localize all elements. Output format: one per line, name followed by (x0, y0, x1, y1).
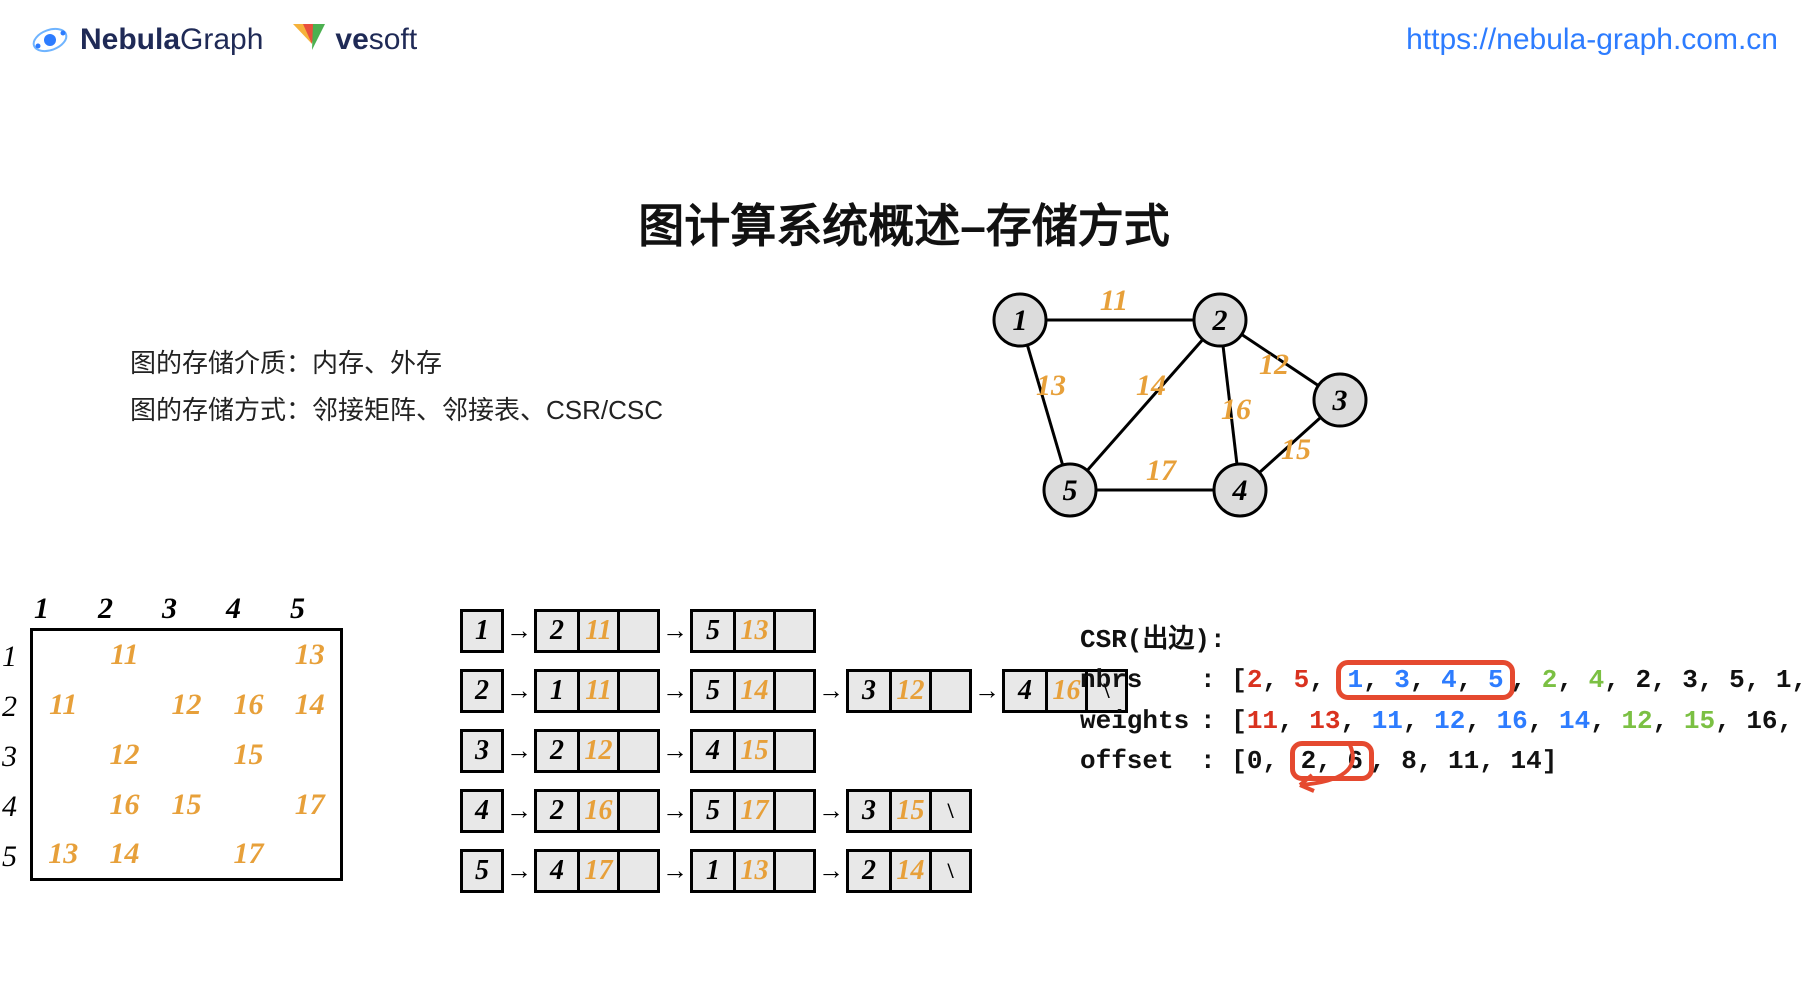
adjlist-row: 3→212→415 (460, 728, 1128, 774)
nebula-icon (30, 20, 70, 60)
svg-text:4: 4 (1232, 474, 1248, 507)
adjacency-list: 1→211→513 2→111→514→312→416\ 3→212→415 4→21… (460, 608, 1128, 908)
slide-header: NebulaGraph vesoft https://nebula-graph.… (30, 20, 1778, 60)
svg-text:16: 16 (1221, 393, 1251, 426)
adjlist-row: 2→111→514→312→416\ (460, 668, 1128, 714)
csr-block: CSR(出边): nbrs: [2, 5, 1, 3, 4, 5, 2, 4, … (1080, 620, 1808, 781)
svg-text:17: 17 (1146, 454, 1177, 487)
nbrs-label: nbrs (1080, 660, 1200, 700)
nebulagraph-logo: NebulaGraph (30, 20, 263, 60)
brand2-bold: ve (335, 23, 368, 56)
adjlist-row: 4→216→517→315\ (460, 788, 1128, 834)
brand2-thin: soft (369, 23, 417, 56)
svg-text:2: 2 (1212, 304, 1228, 337)
graph-drawing: 1112131415161712345 (960, 260, 1420, 550)
website-url[interactable]: https://nebula-graph.com.cn (1406, 23, 1778, 57)
body-line-1: 图的存储介质：内存、外存 (130, 340, 663, 387)
weights-label: weights (1080, 701, 1200, 741)
svg-text:12: 12 (1259, 348, 1289, 381)
adjlist-row: 1→211→513 (460, 608, 1128, 654)
svg-text:15: 15 (1281, 433, 1311, 466)
vesoft-logo: vesoft (293, 23, 417, 57)
brand1-thin: Graph (180, 23, 263, 56)
svg-text:13: 13 (1036, 369, 1066, 402)
brand1-bold: Nebula (80, 23, 180, 56)
svg-text:14: 14 (1136, 369, 1166, 402)
csr-title: CSR(出边): (1080, 620, 1808, 660)
logos: NebulaGraph vesoft (30, 20, 417, 60)
svg-text:5: 5 (1063, 474, 1078, 507)
svg-text:3: 3 (1332, 384, 1348, 417)
svg-text:11: 11 (1100, 284, 1128, 317)
body-text: 图的存储介质：内存、外存 图的存储方式：邻接矩阵、邻接表、CSR/CSC (130, 340, 663, 434)
adjlist-row: 5→417→113→214\ (460, 848, 1128, 894)
slide-title: 图计算系统概述–存储方式 (0, 190, 1808, 256)
vesoft-icon (293, 24, 331, 56)
svg-text:1: 1 (1013, 304, 1028, 337)
offset-label: offset (1080, 741, 1200, 781)
adjacency-matrix: 12345 1113111216141215161517131417 12345 (30, 590, 354, 881)
body-line-2: 图的存储方式：邻接矩阵、邻接表、CSR/CSC (130, 387, 663, 434)
